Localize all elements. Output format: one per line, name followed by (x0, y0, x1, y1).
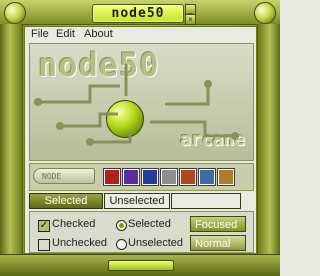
unselected-radio[interactable] (116, 239, 127, 250)
right-orb-icon[interactable] (254, 2, 276, 24)
main-panel: File Edit About node50 arcane NODE Selec… (24, 26, 257, 254)
focused-button[interactable]: Focused (190, 216, 246, 232)
checked-checkbox[interactable]: ✓ (38, 220, 50, 232)
book-icon[interactable] (141, 168, 159, 186)
tab-empty[interactable] (171, 193, 241, 209)
hero-banner: node50 arcane (29, 43, 254, 161)
icon-strip: NODE (29, 163, 254, 191)
burst-icon[interactable] (103, 168, 121, 186)
circuit-art (34, 64, 239, 146)
scroll-handle[interactable] (108, 260, 174, 271)
left-orb-icon[interactable] (4, 2, 26, 24)
unchecked-checkbox[interactable] (38, 239, 50, 251)
controls-pane: ✓ Checked Unchecked Selected Unselected … (29, 211, 254, 253)
left-scrollbar[interactable] (0, 24, 23, 254)
menu-edit[interactable]: Edit (56, 28, 75, 40)
tab-row: Selected Unselected (29, 193, 252, 209)
menubar: File Edit About (25, 27, 256, 41)
cube-icon[interactable] (122, 168, 140, 186)
pin-icon[interactable] (198, 168, 216, 186)
unselected-label: Unselected (128, 237, 184, 249)
normal-button[interactable]: Normal (190, 235, 246, 251)
menu-about[interactable]: About (84, 28, 113, 40)
paint-icon[interactable] (217, 168, 235, 186)
globe-icon[interactable] (160, 168, 178, 186)
unchecked-label: Unchecked (52, 237, 108, 249)
tools-icon[interactable] (179, 168, 197, 186)
close-button[interactable]: × (185, 14, 196, 25)
tab-selected[interactable]: Selected (29, 193, 103, 209)
key-icon[interactable]: NODE (33, 168, 95, 184)
titlebar[interactable]: node50 _ × (0, 0, 280, 25)
bottom-scrollbar[interactable] (0, 254, 280, 276)
selected-radio[interactable] (116, 220, 127, 231)
window-title: node50 (92, 4, 184, 23)
tab-unselected[interactable]: Unselected (104, 193, 170, 209)
right-scrollbar[interactable] (257, 24, 280, 254)
checked-label: Checked (52, 218, 96, 230)
selected-label: Selected (128, 218, 171, 230)
menu-file[interactable]: File (31, 28, 49, 40)
